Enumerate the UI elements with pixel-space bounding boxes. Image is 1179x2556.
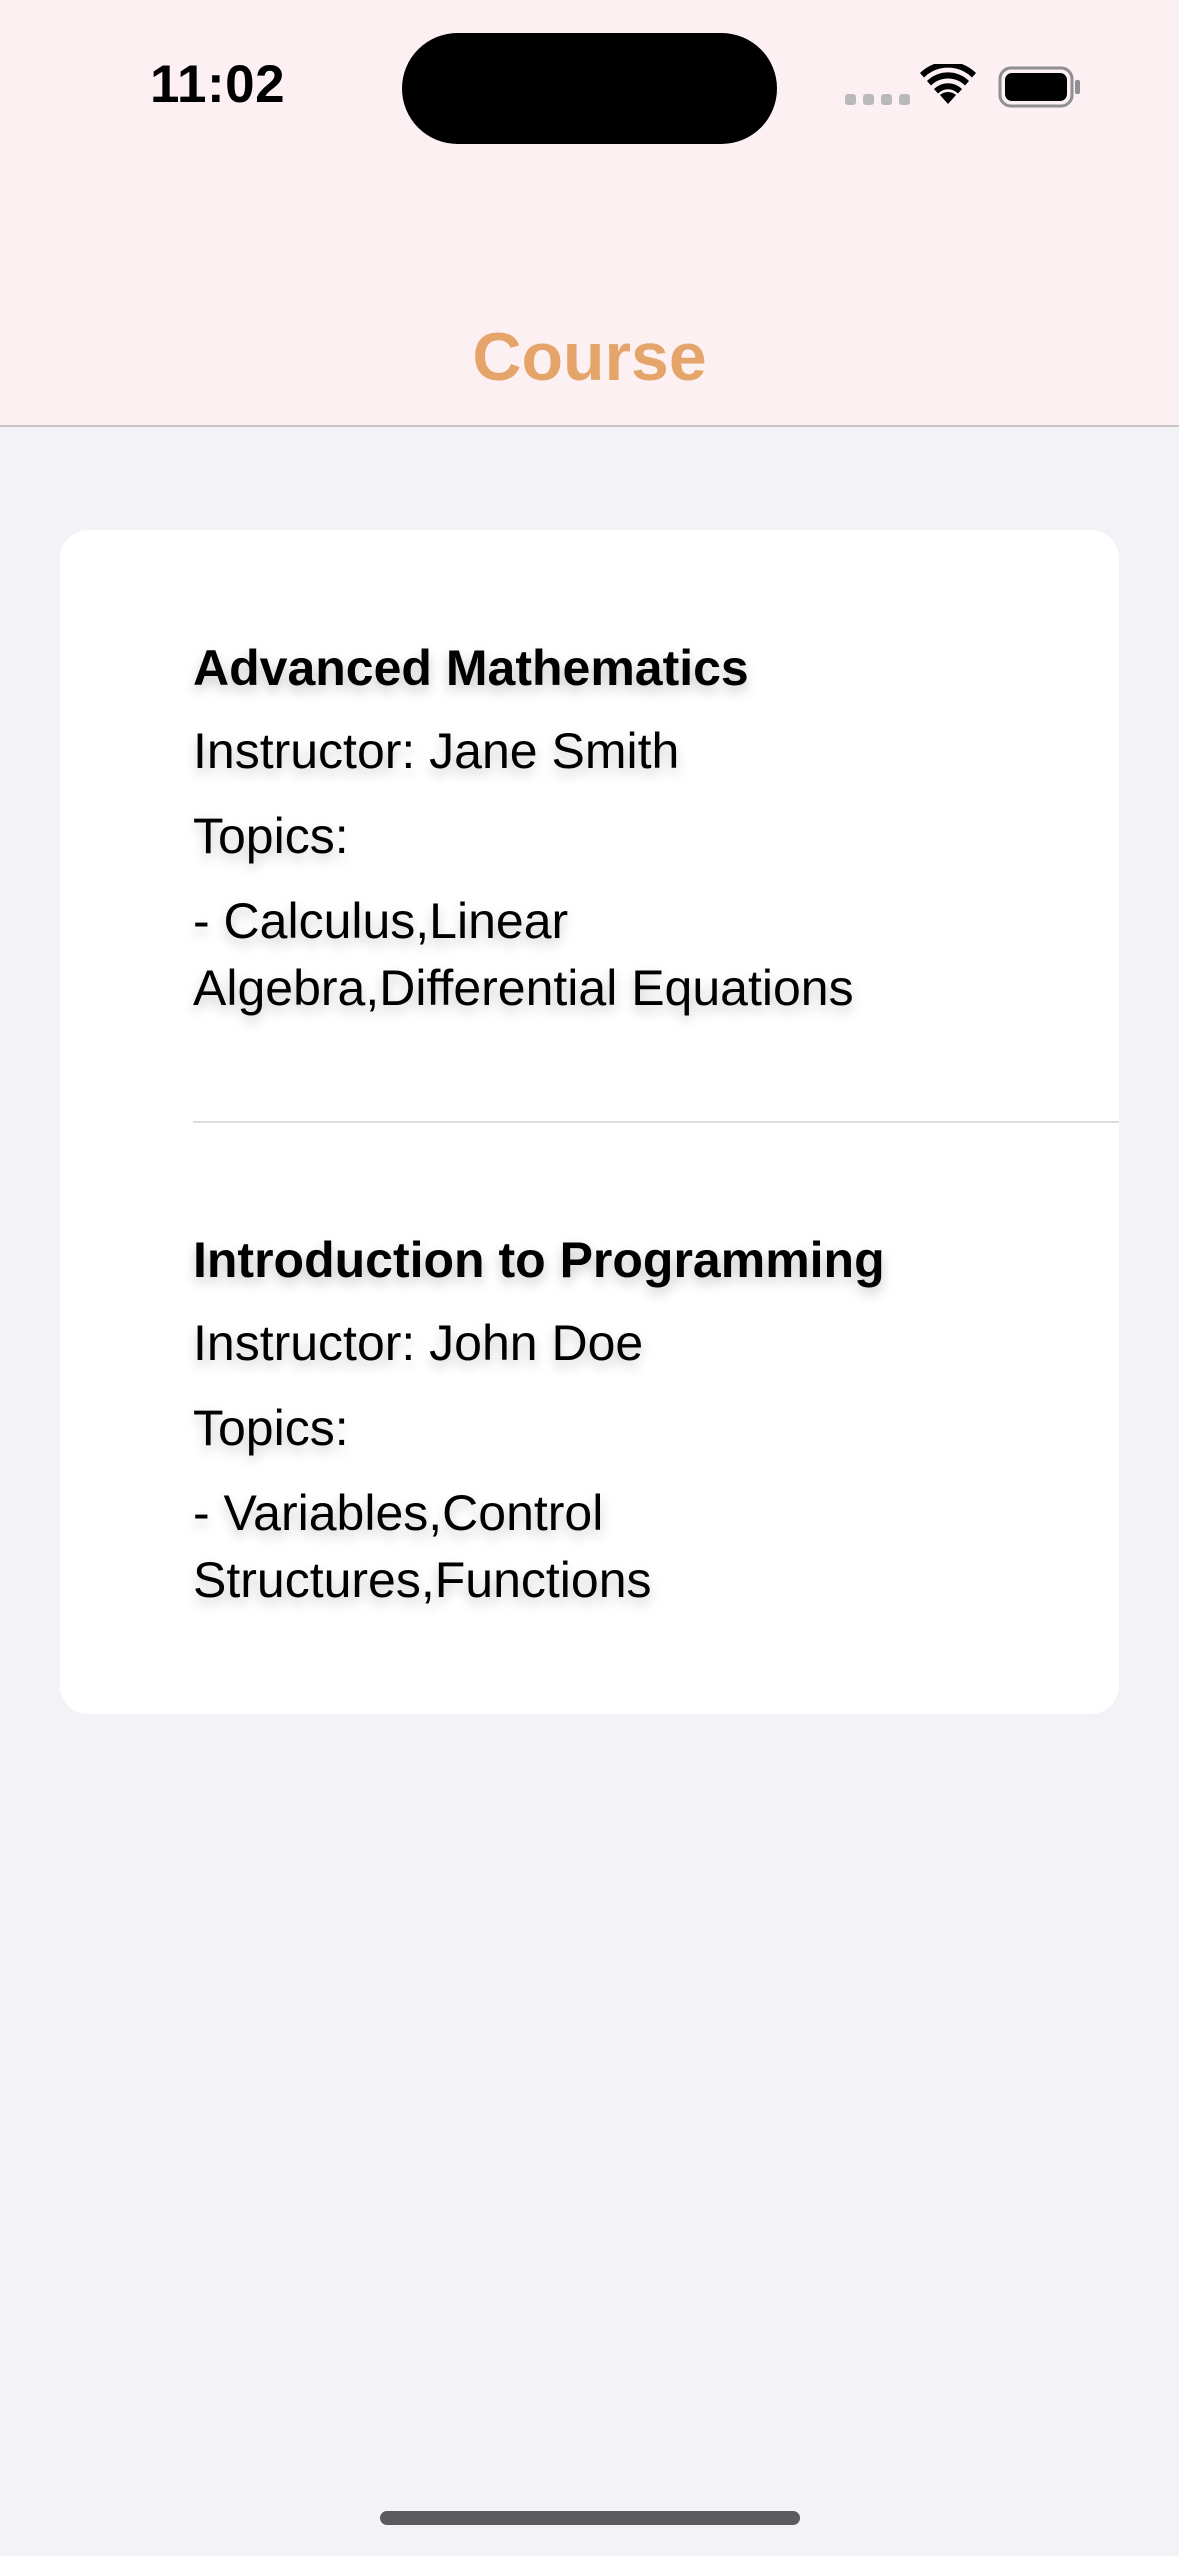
cellular-signal-icon bbox=[845, 94, 910, 105]
page-title: Course bbox=[472, 319, 707, 395]
course-list-card: Advanced Mathematics Instructor: Jane Sm… bbox=[60, 530, 1119, 1714]
status-bar-time: 11:02 bbox=[150, 55, 286, 114]
battery-icon bbox=[998, 66, 1080, 108]
course-item-advanced-mathematics[interactable]: Advanced Mathematics Instructor: Jane Sm… bbox=[193, 633, 1073, 1022]
wifi-icon bbox=[920, 64, 976, 104]
course-topics: - Calculus,Linear Algebra,Differential E… bbox=[193, 893, 854, 1016]
course-name: Introduction to Programming bbox=[193, 1232, 885, 1288]
navigation-header: 11:02 Course bbox=[0, 0, 1179, 427]
course-topics-label: Topics: bbox=[193, 808, 349, 864]
list-divider bbox=[193, 1121, 1119, 1123]
course-name: Advanced Mathematics bbox=[193, 640, 749, 696]
course-topics: - Variables,Control Structures,Functions bbox=[193, 1485, 652, 1608]
dynamic-island bbox=[402, 33, 777, 144]
course-instructor: Instructor: John Doe bbox=[193, 1315, 644, 1371]
home-indicator[interactable] bbox=[380, 2511, 800, 2525]
course-item-introduction-to-programming[interactable]: Introduction to Programming Instructor: … bbox=[193, 1225, 1073, 1614]
course-instructor: Instructor: Jane Smith bbox=[193, 723, 680, 779]
course-topics-label: Topics: bbox=[193, 1400, 349, 1456]
